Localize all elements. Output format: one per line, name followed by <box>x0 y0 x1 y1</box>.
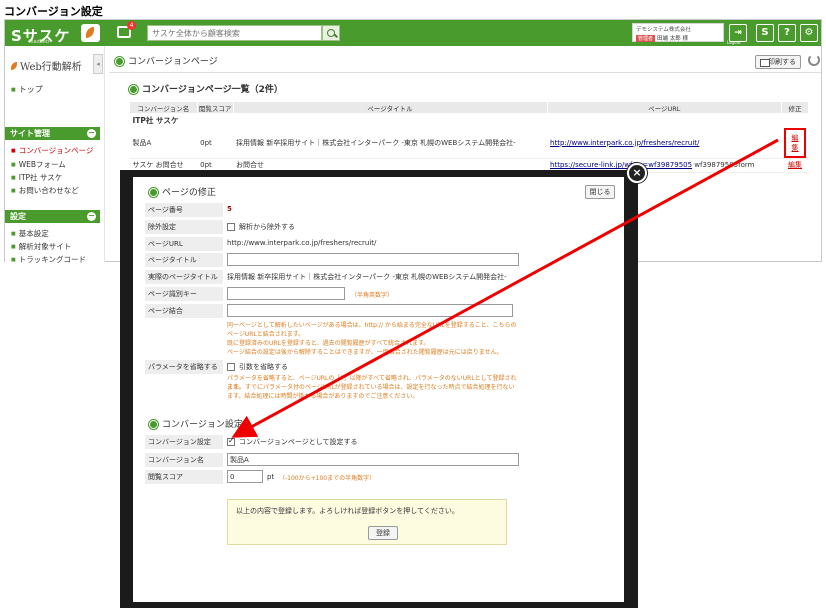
sidebar-item-tracking-code[interactable]: トラッキングコード <box>11 254 86 265</box>
actual-title-value: 採用情報 新卒採用サイト｜株式会社インターパーク -東京 札幌のWEBシステム開… <box>227 273 507 281</box>
omit-checkbox[interactable] <box>227 363 235 371</box>
user-name: 田端 太郎 様 <box>657 36 689 42</box>
sidebar-item-top[interactable]: トップ <box>11 84 43 95</box>
close-button[interactable]: 閉じる <box>585 185 615 199</box>
logo-subtitle: leadbeb <box>29 39 50 45</box>
exclude-text: 解析から除外する <box>239 223 295 231</box>
sidebar-item-web-form[interactable]: WEBフォーム <box>11 159 66 170</box>
cell-name: 製品A <box>129 127 198 159</box>
close-icon[interactable]: × <box>627 163 647 183</box>
edit-link[interactable]: 編集 <box>788 161 802 169</box>
minus-icon[interactable]: − <box>87 212 96 221</box>
logout-label: Logout <box>727 40 741 45</box>
score-input[interactable] <box>227 470 263 483</box>
table-row: 製品A 0pt 採用情報 新卒採用サイト｜株式会社インターパーク -東京 札幌の… <box>129 127 809 159</box>
field-label: コンバージョン名 <box>145 453 223 467</box>
field-label: パラメータを省略する <box>145 360 223 374</box>
sidebar-item-basic-settings[interactable]: 基本設定 <box>11 228 49 239</box>
omit-note-2: また、すでにパラメータ付のページURLが登録されている場合は、設定を行なった時点… <box>227 384 515 400</box>
sidebar-title: Web行動解析 <box>11 58 82 73</box>
table-group-row: ITP社 サスケ <box>130 114 809 128</box>
page-title-input[interactable] <box>227 253 519 266</box>
sidebar-item-itp-sasuke[interactable]: ITP社 サスケ <box>11 172 63 183</box>
sidebar: Web行動解析 ◂ トップ サイト管理 − コンバージョンページ WEBフォーム… <box>5 46 105 265</box>
cv-setting-checkbox[interactable] <box>227 436 235 446</box>
page-key-input[interactable] <box>227 287 345 300</box>
score-hint: （-100から+100までの半角数字） <box>279 475 376 482</box>
sasuke-icon[interactable]: S <box>756 24 774 42</box>
field-label: ページURL <box>145 237 223 251</box>
field-label: 閲覧スコア <box>145 470 223 484</box>
table-header: コンバージョン名 閲覧スコア ページタイトル ページURL 修正 <box>129 101 810 114</box>
register-button[interactable]: 登録 <box>368 526 398 540</box>
cv-name-input[interactable] <box>227 453 519 466</box>
group-label: ITP社 サスケ <box>132 116 179 126</box>
column-header[interactable]: ページタイトル <box>232 101 548 114</box>
merge-note-3: ページ結合の設定は後から解除することはできますが、一度結合された閲覧履歴は元には… <box>227 349 503 356</box>
field-label: ページタイトル <box>145 253 223 267</box>
field-label: ページ結合 <box>145 304 223 318</box>
cv-section-title: コンバージョン設定 <box>149 417 243 430</box>
cell-score: 0pt <box>197 127 233 159</box>
user-role-badge: 管理者 <box>636 35 656 42</box>
field-label: ページ識別キー <box>145 287 223 301</box>
customer-search-input[interactable] <box>147 25 322 41</box>
page-number-value: 5 <box>227 205 232 213</box>
page-key-hint: （半角英数字） <box>351 292 394 299</box>
merge-note-2: 既に登録済みのURLを登録すると、過去の閲覧履歴がすべて統合されます。 <box>227 340 430 347</box>
confirm-box: 以上の内容で登録します。よろしければ登録ボタンを押してください。 登録 <box>227 499 507 545</box>
exclude-checkbox[interactable] <box>227 223 235 231</box>
page-url-link[interactable]: https://secure-link.jp/wf/?c=wf39879505 <box>550 161 692 169</box>
conversion-table: コンバージョン名 閲覧スコア ページタイトル ページURL 修正 ITP社 サス… <box>129 101 810 173</box>
column-header[interactable]: ページURL <box>546 101 782 114</box>
gear-icon[interactable]: ⚙ <box>800 24 818 42</box>
user-company: デモシステム株式会社 <box>636 27 691 33</box>
sidebar-item-target-sites[interactable]: 解析対象サイト <box>11 241 72 252</box>
refresh-icon[interactable] <box>808 54 820 66</box>
exclude-option[interactable]: 解析から除外する <box>227 222 295 232</box>
sidebar-item-inquiry[interactable]: お問い合わせなど <box>11 185 79 196</box>
edit-highlight: 編集 <box>784 127 806 158</box>
page-url-link[interactable]: http://www.interpark.co.jp/freshers/recr… <box>550 139 699 147</box>
column-header: 修正 <box>780 101 810 114</box>
cv-setting-text: コンバージョンページとして設定する <box>239 438 358 446</box>
sidebar-section-label: サイト管理 <box>10 129 50 138</box>
field-label: コンバージョン設定 <box>145 435 223 449</box>
omit-option[interactable]: 引数を省略する <box>227 362 288 372</box>
divider <box>109 72 821 73</box>
field-label: 実際のページタイトル <box>145 270 223 284</box>
main-title: コンバージョンページ <box>115 54 218 67</box>
sidebar-section-site[interactable]: サイト管理 − <box>5 127 100 140</box>
url-extra: wf39879505form <box>694 161 755 169</box>
sidebar-item-conversion-page[interactable]: コンバージョンページ <box>11 145 94 156</box>
confirm-text: 以上の内容で登録します。よろしければ登録ボタンを押してください。 <box>236 507 459 515</box>
list-title: コンバージョンページ一覧（2件） <box>129 82 283 95</box>
merge-url-input[interactable] <box>227 304 513 317</box>
search-icon[interactable] <box>322 25 340 41</box>
help-icon[interactable]: ? <box>778 24 796 42</box>
top-bar: Sサスケ leadbeb 4 デモシステム株式会社 管理者田端 太郎 様 ⇥ L… <box>5 20 821 46</box>
modal-title: ページの修正 <box>149 185 216 198</box>
field-label: 除外設定 <box>145 220 223 234</box>
edit-link[interactable]: 編集 <box>791 134 798 152</box>
sidebar-section-label: 設定 <box>10 212 26 221</box>
omit-text: 引数を省略する <box>239 363 288 371</box>
cv-setting-option[interactable]: コンバージョンページとして設定する <box>227 436 358 447</box>
field-label: ページ番号 <box>145 203 223 217</box>
sidebar-section-settings[interactable]: 設定 − <box>5 210 100 223</box>
leaf-icon[interactable] <box>81 24 100 42</box>
edit-page-modal: ページの修正 閉じる ページ番号 5 除外設定 解析から除外する ページURL … <box>133 177 624 602</box>
sidebar-collapse-button[interactable]: ◂ <box>93 54 103 74</box>
minus-icon[interactable]: − <box>87 129 96 138</box>
cell-title: 採用情報 新卒採用サイト｜株式会社インターパーク -東京 札幌のWEBシステム開… <box>233 127 548 159</box>
score-unit: pt <box>267 473 275 481</box>
page-url-value: http://www.interpark.co.jp/freshers/recr… <box>227 239 377 247</box>
merge-note-1: 同一ページとして解析したいページがある場合は、http:// から始まる完全なU… <box>227 322 517 338</box>
page-heading: コンバージョン設定 <box>4 5 103 18</box>
print-button[interactable]: 印刷する <box>755 55 801 69</box>
column-header[interactable]: コンバージョン名 <box>129 101 198 114</box>
user-info[interactable]: デモシステム株式会社 管理者 田端 太郎 様 <box>632 23 724 42</box>
column-header[interactable]: 閲覧スコア <box>196 101 234 114</box>
mail-count-badge: 4 <box>127 21 136 30</box>
